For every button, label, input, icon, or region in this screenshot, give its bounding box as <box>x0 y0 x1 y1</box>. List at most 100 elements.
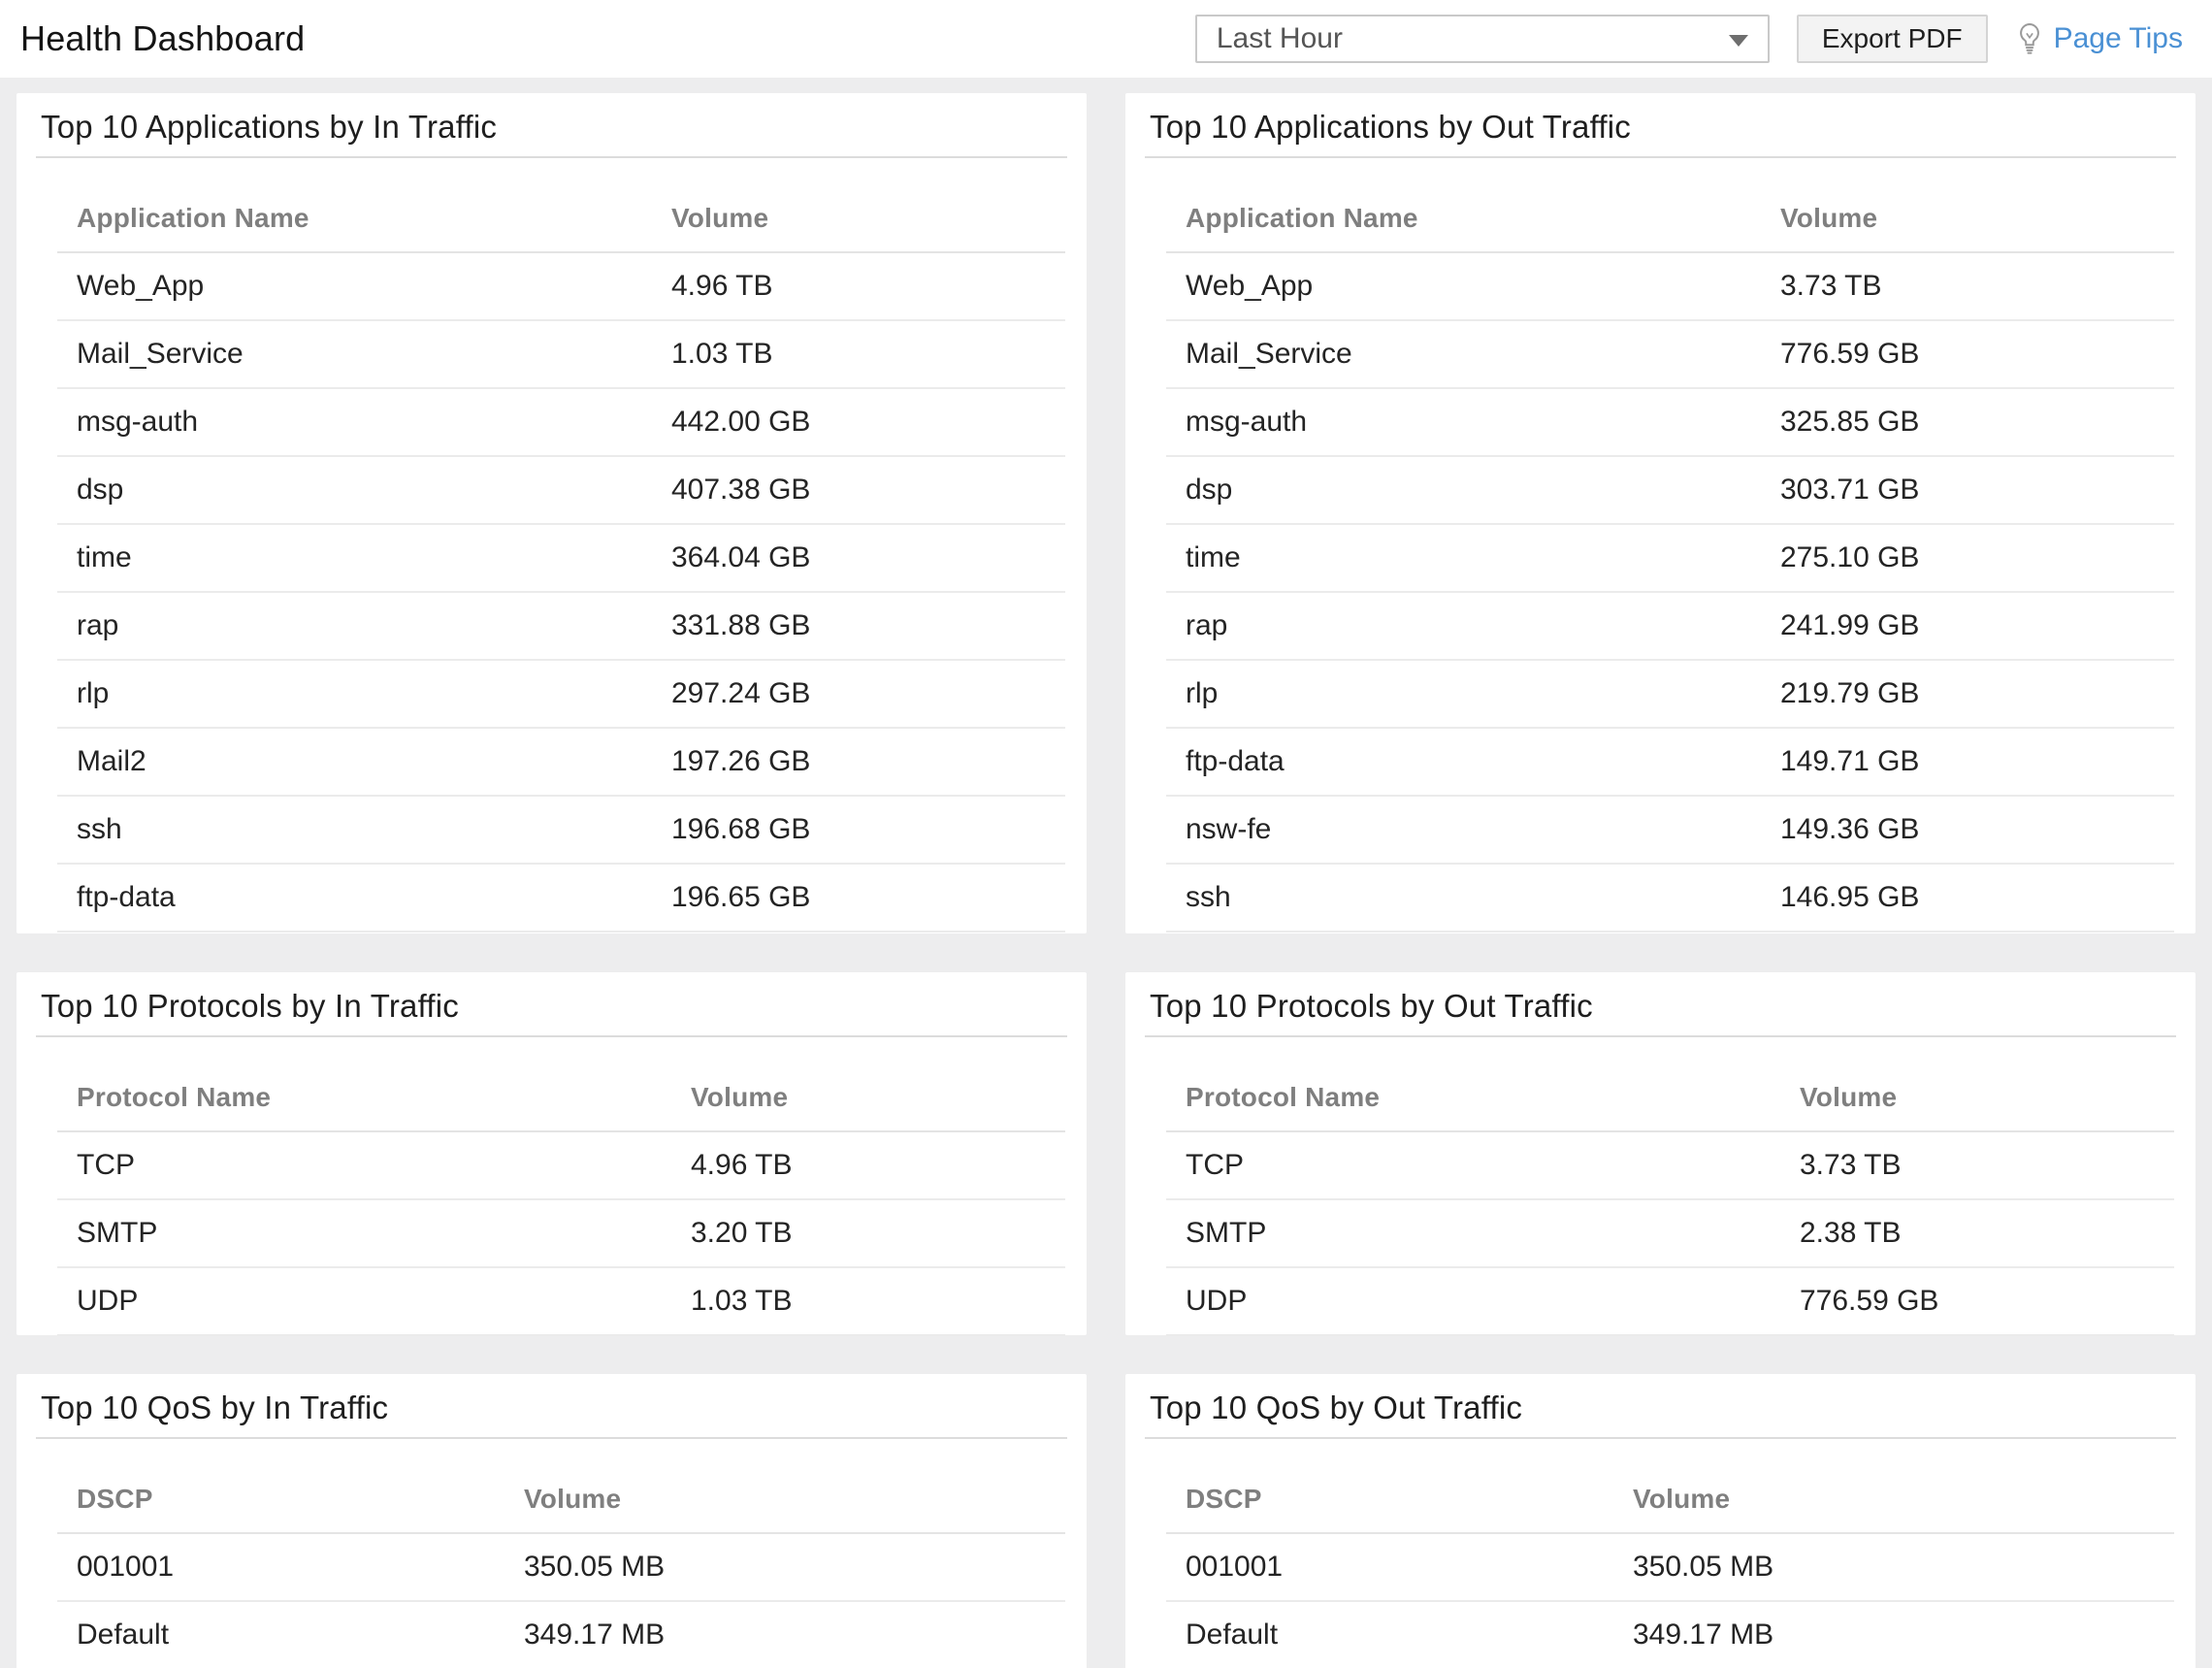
table-row: dsp407.38 GB <box>57 457 1065 525</box>
dscp-cell: 001001 <box>1166 1551 1613 1584</box>
column-header-name: Protocol Name <box>57 1082 671 1113</box>
volume-cell: 349.17 MB <box>504 1619 1065 1652</box>
time-range-dropdown[interactable]: Last Hour <box>1195 15 1770 63</box>
table-row: ftp-data149.71 GB <box>1166 729 2174 797</box>
protocol-name-cell: SMTP <box>1166 1217 1780 1250</box>
app-name-cell: rlp <box>1166 677 1761 710</box>
volume-cell: 350.05 MB <box>1613 1551 2174 1584</box>
table-row: rap241.99 GB <box>1166 593 2174 661</box>
table-row: ssh146.95 GB <box>1166 865 2174 932</box>
volume-cell: 331.88 GB <box>652 609 1065 642</box>
volume-cell: 3.73 TB <box>1761 270 2174 303</box>
table-row: UDP776.59 GB <box>1166 1268 2174 1336</box>
table-row: TCP4.96 TB <box>57 1132 1065 1200</box>
volume-cell: 364.04 GB <box>652 541 1065 574</box>
export-pdf-button[interactable]: Export PDF <box>1797 15 1988 63</box>
top10-protocols-out-table: Protocol Name Volume TCP3.73 TB SMTP2.38… <box>1166 1037 2174 1336</box>
volume-cell: 1.03 TB <box>652 338 1065 371</box>
table-row: Mail_Service776.59 GB <box>1166 321 2174 389</box>
volume-cell: 4.96 TB <box>671 1149 1065 1182</box>
panel-title: Top 10 QoS by Out Traffic <box>1145 1374 2176 1439</box>
panel-top10-protocols-in-traffic: Top 10 Protocols by In Traffic Protocol … <box>16 972 1087 1335</box>
app-name-cell: Web_App <box>57 270 652 303</box>
protocol-name-cell: SMTP <box>57 1217 671 1250</box>
app-name-cell: Mail_Service <box>1166 338 1761 371</box>
page-tips-label: Page Tips <box>2054 22 2183 55</box>
panel-title: Top 10 Protocols by In Traffic <box>36 972 1067 1037</box>
volume-cell: 149.36 GB <box>1761 813 2174 846</box>
table-header-row: DSCP Volume <box>57 1439 1065 1534</box>
app-name-cell: ssh <box>1166 881 1761 914</box>
table-header-row: Protocol Name Volume <box>57 1037 1065 1132</box>
column-header-volume: Volume <box>1780 1082 2174 1113</box>
app-name-cell: ssh <box>57 813 652 846</box>
lightbulb-icon <box>2015 22 2044 55</box>
table-header-row: Application Name Volume <box>57 158 1065 253</box>
app-name-cell: rlp <box>57 677 652 710</box>
app-name-cell: ftp-data <box>57 881 652 914</box>
protocol-name-cell: TCP <box>57 1149 671 1182</box>
panel-top10-apps-out-traffic: Top 10 Applications by Out Traffic Appli… <box>1125 93 2196 933</box>
column-header-volume: Volume <box>652 203 1065 234</box>
volume-cell: 349.17 MB <box>1613 1619 2174 1652</box>
volume-cell: 196.68 GB <box>652 813 1065 846</box>
volume-cell: 197.26 GB <box>652 745 1065 778</box>
table-header-row: Application Name Volume <box>1166 158 2174 253</box>
table-row: rap331.88 GB <box>57 593 1065 661</box>
app-name-cell: Mail2 <box>57 745 652 778</box>
table-row: rlp219.79 GB <box>1166 661 2174 729</box>
time-range-value: Last Hour <box>1217 22 1343 55</box>
app-name-cell: msg-auth <box>1166 406 1761 439</box>
panel-top10-qos-out-traffic: Top 10 QoS by Out Traffic DSCP Volume 00… <box>1125 1374 2196 1668</box>
app-name-cell: Web_App <box>1166 270 1761 303</box>
volume-cell: 325.85 GB <box>1761 406 2174 439</box>
volume-cell: 776.59 GB <box>1761 338 2174 371</box>
table-row: time364.04 GB <box>57 525 1065 593</box>
app-name-cell: Mail_Service <box>57 338 652 371</box>
table-row: Web_App3.73 TB <box>1166 253 2174 321</box>
volume-cell: 1.03 TB <box>671 1285 1065 1318</box>
page-title: Health Dashboard <box>20 18 305 59</box>
app-name-cell: dsp <box>57 474 652 507</box>
volume-cell: 776.59 GB <box>1780 1285 2174 1318</box>
table-row: SMTP3.20 TB <box>57 1200 1065 1268</box>
column-header-dscp: DSCP <box>1166 1484 1613 1515</box>
volume-cell: 196.65 GB <box>652 881 1065 914</box>
table-row: 001001350.05 MB <box>1166 1534 2174 1602</box>
panel-title: Top 10 QoS by In Traffic <box>36 1374 1067 1439</box>
volume-cell: 3.20 TB <box>671 1217 1065 1250</box>
header-controls: Last Hour Export PDF Page Tips <box>1195 15 2183 63</box>
top10-protocols-in-table: Protocol Name Volume TCP4.96 TB SMTP3.20… <box>57 1037 1065 1336</box>
app-name-cell: time <box>57 541 652 574</box>
table-row: Mail_Service1.03 TB <box>57 321 1065 389</box>
table-row: Default349.17 MB <box>1166 1602 2174 1668</box>
top10-qos-in-table: DSCP Volume 001001350.05 MB Default349.1… <box>57 1439 1065 1668</box>
app-name-cell: dsp <box>1166 474 1761 507</box>
table-row: nsw-fe149.36 GB <box>1166 797 2174 865</box>
volume-cell: 303.71 GB <box>1761 474 2174 507</box>
app-name-cell: nsw-fe <box>1166 813 1761 846</box>
table-row: rlp297.24 GB <box>57 661 1065 729</box>
volume-cell: 442.00 GB <box>652 406 1065 439</box>
dscp-cell: Default <box>57 1619 504 1652</box>
volume-cell: 3.73 TB <box>1780 1149 2174 1182</box>
column-header-dscp: DSCP <box>57 1484 504 1515</box>
volume-cell: 2.38 TB <box>1780 1217 2174 1250</box>
table-row: TCP3.73 TB <box>1166 1132 2174 1200</box>
panel-top10-protocols-out-traffic: Top 10 Protocols by Out Traffic Protocol… <box>1125 972 2196 1335</box>
table-row: ssh196.68 GB <box>57 797 1065 865</box>
volume-cell: 4.96 TB <box>652 270 1065 303</box>
table-header-row: Protocol Name Volume <box>1166 1037 2174 1132</box>
table-row: Mail2197.26 GB <box>57 729 1065 797</box>
app-name-cell: rap <box>57 609 652 642</box>
table-row: 001001350.05 MB <box>57 1534 1065 1602</box>
panel-title: Top 10 Applications by Out Traffic <box>1145 93 2176 158</box>
page-header: Health Dashboard Last Hour Export PDF Pa… <box>0 0 2212 78</box>
volume-cell: 149.71 GB <box>1761 745 2174 778</box>
volume-cell: 297.24 GB <box>652 677 1065 710</box>
page-tips-link[interactable]: Page Tips <box>2015 22 2183 55</box>
volume-cell: 241.99 GB <box>1761 609 2174 642</box>
column-header-volume: Volume <box>1613 1484 2174 1515</box>
volume-cell: 350.05 MB <box>504 1551 1065 1584</box>
table-row: msg-auth325.85 GB <box>1166 389 2174 457</box>
